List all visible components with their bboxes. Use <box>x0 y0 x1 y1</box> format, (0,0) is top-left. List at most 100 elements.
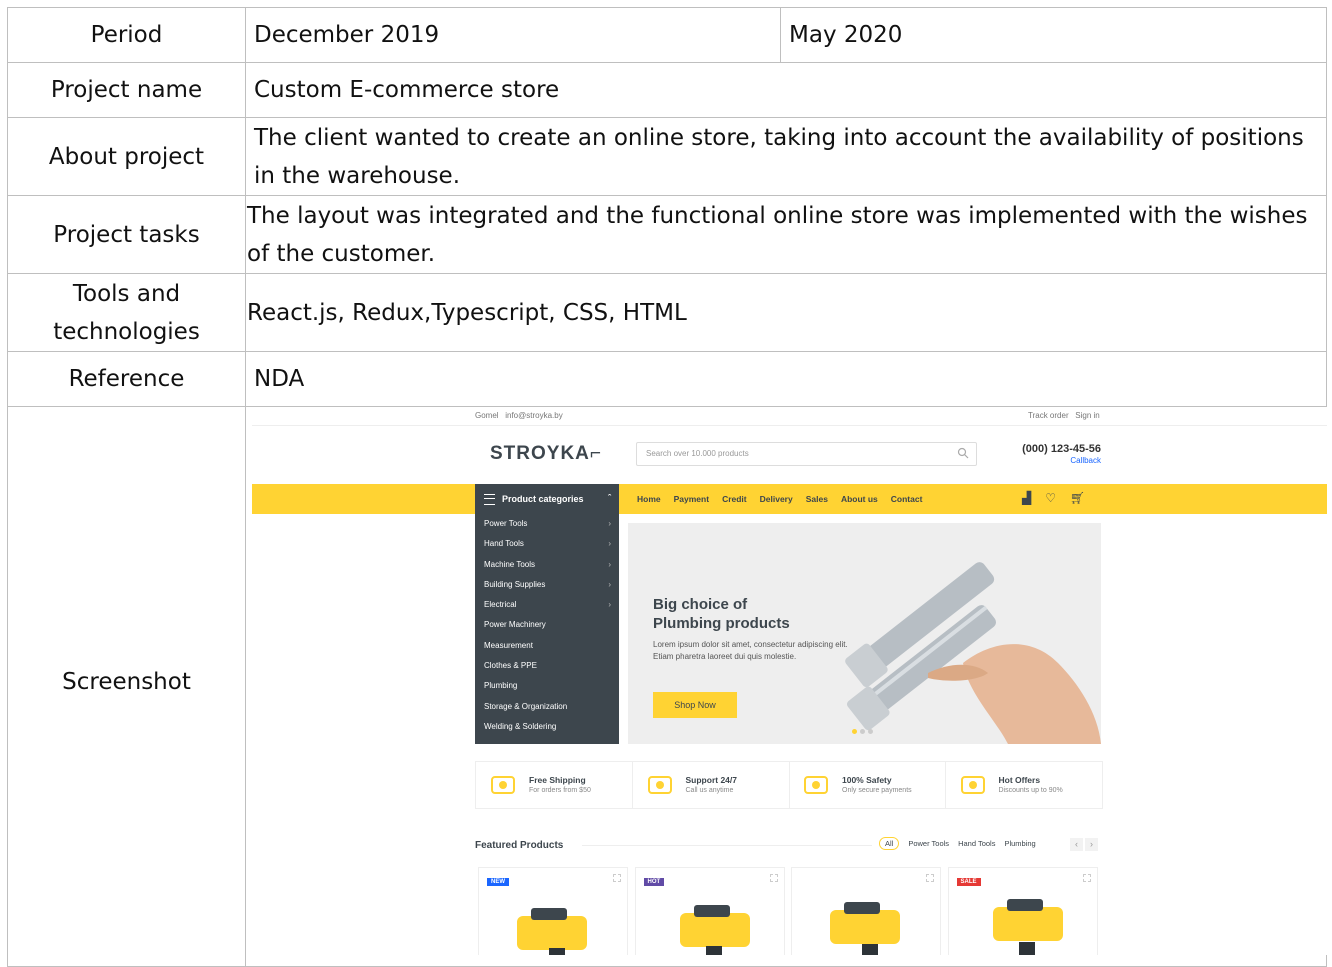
feature-subtitle: Discounts up to 90% <box>998 787 1063 794</box>
quickview-icon[interactable] <box>1082 874 1091 882</box>
quickview-icon[interactable] <box>926 874 934 882</box>
period-start: December 2019 <box>245 7 781 63</box>
reference-label: Reference <box>7 351 246 407</box>
topbar-links: Track order Sign in <box>1028 411 1100 420</box>
shop-now-button[interactable]: Shop Now <box>653 692 737 718</box>
feature-item: Free Shipping For orders from $50 <box>476 762 633 808</box>
feature-title: 100% Safety <box>842 775 892 785</box>
featured-arrows: ‹ › <box>1070 838 1100 851</box>
nav-item-about-us[interactable]: About us <box>841 494 878 504</box>
tasks-label: Project tasks <box>7 195 246 274</box>
category-label: Storage & Organization <box>484 701 568 711</box>
chevron-right-icon: › <box>608 539 611 549</box>
category-label: Plumbing <box>484 681 518 691</box>
document-page: Period December 2019 May 2020 Project na… <box>0 0 1332 967</box>
category-item[interactable]: Power Machinery <box>475 615 619 635</box>
feature-subtitle: For orders from $50 <box>529 787 591 794</box>
filter-power-tools[interactable]: Power Tools <box>908 839 949 848</box>
website-screenshot: Gomel info@stroyka.by Track order Sign i… <box>252 407 1327 955</box>
chevron-right-icon: › <box>608 579 611 589</box>
slider-dot[interactable] <box>860 729 865 734</box>
nav-item-credit[interactable]: Credit <box>722 494 747 504</box>
feature-title: Free Shipping <box>529 775 586 785</box>
category-item[interactable]: Hand Tools › <box>475 534 619 554</box>
filter-all[interactable]: All <box>879 837 900 850</box>
product-badge: HOT <box>643 878 665 886</box>
hero-slide: Big choice of Plumbing products Lorem ips… <box>628 523 1101 744</box>
category-item[interactable]: Electrical › <box>475 595 619 615</box>
product-card[interactable]: SALE <box>947 867 1098 955</box>
feature-subtitle: Only secure payments <box>842 787 912 794</box>
section-divider <box>582 845 872 846</box>
nav-item-payment[interactable]: Payment <box>674 494 709 504</box>
quickview-icon[interactable] <box>769 874 778 882</box>
site-logo: STROYKA⌐ <box>490 443 603 464</box>
cart-icon[interactable]: 🛒︎ <box>1070 491 1085 505</box>
chevron-up-icon: ˆ <box>608 493 611 503</box>
feature-title: Hot Offers <box>998 775 1041 785</box>
category-label: Measurement <box>484 640 533 650</box>
category-item[interactable]: Storage & Organization <box>475 697 619 717</box>
category-item[interactable]: Building Supplies › <box>475 575 619 595</box>
category-label: Clothes & PPE <box>484 661 537 671</box>
slider-dots[interactable] <box>852 721 876 739</box>
categories-list: Power Tools › Hand Tools › Machine Tools › Bui… <box>475 514 619 744</box>
wishlist-icon[interactable]: ♡ <box>1045 491 1056 505</box>
product-card[interactable]: HOT <box>634 867 785 955</box>
feature-item: 100% Safety Only secure payments <box>789 762 946 808</box>
category-item[interactable]: Machine Tools › <box>475 555 619 575</box>
nav-item-home[interactable]: Home <box>637 494 661 504</box>
period-label: Period <box>7 7 246 63</box>
hero-title: Big choice of Plumbing products <box>653 596 790 632</box>
product-card[interactable]: NEW <box>478 867 628 955</box>
slider-dot[interactable] <box>852 729 857 734</box>
category-item[interactable]: Clothes & PPE <box>475 656 619 676</box>
feature-subtitle: Call us anytime <box>685 787 734 794</box>
product-badge: NEW <box>487 878 509 886</box>
category-item[interactable]: Plumbing <box>475 676 619 696</box>
tools-label: Tools and technologies <box>7 273 246 352</box>
featured-filters: All Power Tools Hand Tools Plumbing <box>879 837 1045 850</box>
feature-item: Hot Offers Discounts up to 90% <box>946 762 1102 808</box>
callback-link[interactable]: Callback <box>1020 456 1101 465</box>
search-placeholder: Search over 10.000 products <box>646 449 749 458</box>
categories-title: Product categories <box>502 494 584 504</box>
categories-toggle[interactable]: Product categories ˆ <box>475 484 619 514</box>
project-name-value: Custom E-commerce store <box>245 62 1327 118</box>
nav-item-delivery[interactable]: Delivery <box>760 494 793 504</box>
site-nav-icons: ▟ ♡ 🛒︎ <box>1022 491 1099 505</box>
site-nav-menu: Home Payment Credit Delivery Sales About us Co… <box>637 494 935 504</box>
site-search-input[interactable]: Search over 10.000 products <box>636 442 977 466</box>
chevron-right-icon: › <box>608 519 611 528</box>
product-card[interactable] <box>791 867 941 955</box>
site-phone: (000) 123-45-56 <box>1022 443 1101 455</box>
quickview-icon[interactable] <box>613 874 621 882</box>
tools-value: React.js, Redux,Typescript, CSS, HTML <box>245 273 1327 352</box>
slider-dot[interactable] <box>868 729 873 734</box>
nav-item-sales[interactable]: Sales <box>806 494 828 504</box>
compare-icon[interactable]: ▟ <box>1022 491 1031 505</box>
category-label: Machine Tools <box>484 559 535 569</box>
filter-plumbing[interactable]: Plumbing <box>1004 839 1035 848</box>
chevron-right-icon[interactable]: › <box>1085 838 1098 851</box>
nav-item-contact[interactable]: Contact <box>891 494 923 504</box>
product-image <box>830 902 900 955</box>
category-label: Hand Tools <box>484 539 524 549</box>
about-value: The client wanted to create an online st… <box>245 117 1327 196</box>
search-icon[interactable] <box>957 447 969 459</box>
category-label: Building Supplies <box>484 579 546 589</box>
logo-hammer-icon: ⌐ <box>589 443 603 464</box>
safety-icon <box>804 776 828 794</box>
feature-item: Support 24/7 Call us anytime <box>633 762 790 808</box>
category-label: Power Tools <box>484 519 528 528</box>
category-item[interactable]: Measurement <box>475 636 619 656</box>
category-item[interactable]: Welding & Soldering <box>475 717 619 737</box>
category-item[interactable]: Power Tools › <box>475 514 619 534</box>
chevron-left-icon[interactable]: ‹ <box>1070 838 1083 851</box>
topbar-contacts: Gomel info@stroyka.by <box>475 411 563 420</box>
site-topbar: Gomel info@stroyka.by Track order Sign i… <box>252 407 1327 426</box>
screenshot-label: Screenshot <box>7 406 246 967</box>
filter-hand-tools[interactable]: Hand Tools <box>958 839 995 848</box>
menu-icon <box>484 494 495 505</box>
chevron-right-icon: › <box>608 600 611 610</box>
